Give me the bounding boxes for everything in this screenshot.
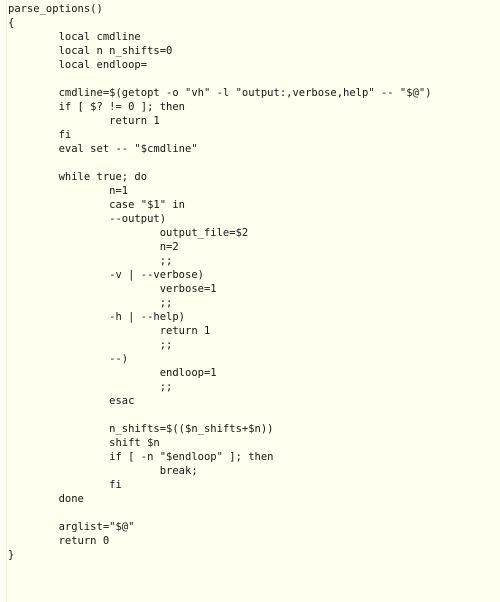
source-code-text[interactable]: parse_options() { local cmdline local n … [8, 2, 432, 562]
code-listing-view: parse_options() { local cmdline local n … [0, 0, 500, 602]
left-gutter-strip [0, 0, 7, 602]
